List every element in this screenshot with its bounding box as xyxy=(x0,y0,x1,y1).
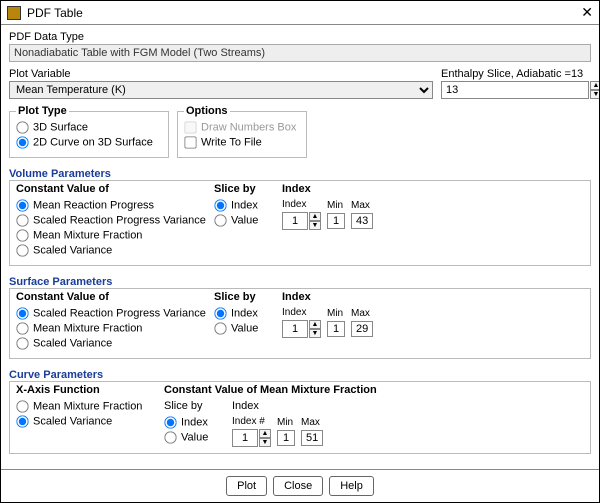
surface-idx-up-icon[interactable]: ▲ xyxy=(309,320,321,329)
surface-index-legend: Index xyxy=(282,291,373,303)
app-icon xyxy=(7,6,21,20)
plot-type-3d[interactable]: 3D Surface xyxy=(16,121,162,134)
surface-scaled-rpv[interactable]: Scaled Reaction Progress Variance xyxy=(16,307,206,320)
help-button[interactable]: Help xyxy=(329,476,374,496)
volume-max-value: 43 xyxy=(351,213,373,229)
volume-idx-input[interactable] xyxy=(282,212,308,230)
pdf-table-window: PDF Table ✕ PDF Data Type Nonadiabatic T… xyxy=(0,0,600,503)
enthalpy-down-icon[interactable]: ▼ xyxy=(590,90,599,99)
surface-constant-legend: Constant Value of xyxy=(16,291,206,303)
volume-mean-reaction-progress[interactable]: Mean Reaction Progress xyxy=(16,199,206,212)
curve-min-value: 1 xyxy=(277,430,295,446)
window-title: PDF Table xyxy=(27,6,581,20)
enthalpy-up-icon[interactable]: ▲ xyxy=(590,81,599,90)
curve-max-label: Max xyxy=(301,417,320,428)
enthalpy-slice-input[interactable] xyxy=(441,81,589,99)
surface-min-label: Min xyxy=(327,308,343,319)
volume-slice-index[interactable]: Index xyxy=(214,199,274,212)
volume-mean-mixture-fraction[interactable]: Mean Mixture Fraction xyxy=(16,229,206,242)
surface-slice-legend: Slice by xyxy=(214,291,274,303)
plot-type-2d[interactable]: 2D Curve on 3D Surface xyxy=(16,136,162,149)
volume-constant-legend: Constant Value of xyxy=(16,183,206,195)
close-button[interactable]: Close xyxy=(273,476,323,496)
volume-idx-up-icon[interactable]: ▲ xyxy=(309,212,321,221)
surface-mean-mixture-fraction[interactable]: Mean Mixture Fraction xyxy=(16,322,206,335)
volume-min-value: 1 xyxy=(327,213,345,229)
surface-idx-label: Index xyxy=(282,307,306,318)
plot-variable-label: Plot Variable xyxy=(9,68,433,80)
volume-min-label: Min xyxy=(327,200,343,211)
volume-idx-label: Index xyxy=(282,199,306,210)
curve-max-value: 51 xyxy=(301,430,323,446)
surface-min-value: 1 xyxy=(327,321,345,337)
volume-scaled-variance[interactable]: Scaled Variance xyxy=(16,244,206,257)
volume-legend: Volume Parameters xyxy=(9,168,111,180)
volume-scaled-rpv[interactable]: Scaled Reaction Progress Variance xyxy=(16,214,206,227)
curve-legend: Curve Parameters xyxy=(9,369,103,381)
surface-slice-index[interactable]: Index xyxy=(214,307,274,320)
curve-index-legend: Index xyxy=(232,400,323,412)
enthalpy-slice-label: Enthalpy Slice, Adiabatic =13 xyxy=(441,68,591,80)
titlebar: PDF Table ✕ xyxy=(1,1,599,25)
close-icon[interactable]: ✕ xyxy=(581,4,593,21)
curve-xaxis-legend: X-Axis Function xyxy=(16,384,156,396)
curve-min-label: Min xyxy=(277,417,293,428)
pdf-data-type-field: Nonadiabatic Table with FGM Model (Two S… xyxy=(9,44,591,62)
curve-idx-up-icon[interactable]: ▲ xyxy=(259,429,271,438)
surface-max-label: Max xyxy=(351,308,370,319)
footer: Plot Close Help xyxy=(1,469,599,502)
curve-slice-legend: Slice by xyxy=(164,400,224,412)
surface-slice-value[interactable]: Value xyxy=(214,322,274,335)
draw-numbers-checkbox: Draw Numbers Box xyxy=(184,121,300,134)
plot-button[interactable]: Plot xyxy=(226,476,267,496)
surface-idx-down-icon[interactable]: ▼ xyxy=(309,329,321,338)
curve-idx-down-icon[interactable]: ▼ xyxy=(259,438,271,447)
curve-idx-label: Index # xyxy=(232,416,265,427)
plot-variable-select[interactable]: Mean Temperature (K) xyxy=(9,81,433,99)
curve-const-legend: Constant Value of Mean Mixture Fraction xyxy=(164,384,584,396)
content-area: PDF Data Type Nonadiabatic Table with FG… xyxy=(1,25,599,469)
volume-index-legend: Index xyxy=(282,183,373,195)
plot-type-legend: Plot Type xyxy=(16,105,69,117)
curve-mean-mixture-fraction[interactable]: Mean Mixture Fraction xyxy=(16,400,156,413)
surface-legend: Surface Parameters xyxy=(9,276,112,288)
write-file-checkbox[interactable]: Write To File xyxy=(184,136,300,149)
curve-idx-input[interactable] xyxy=(232,429,258,447)
options-legend: Options xyxy=(184,105,230,117)
curve-scaled-variance[interactable]: Scaled Variance xyxy=(16,415,156,428)
pdf-data-type-label: PDF Data Type xyxy=(9,31,591,43)
surface-idx-input[interactable] xyxy=(282,320,308,338)
volume-slice-legend: Slice by xyxy=(214,183,274,195)
surface-scaled-variance[interactable]: Scaled Variance xyxy=(16,337,206,350)
curve-slice-index[interactable]: Index xyxy=(164,416,224,429)
surface-max-value: 29 xyxy=(351,321,373,337)
volume-slice-value[interactable]: Value xyxy=(214,214,274,227)
curve-slice-value[interactable]: Value xyxy=(164,431,224,444)
volume-max-label: Max xyxy=(351,200,370,211)
volume-idx-down-icon[interactable]: ▼ xyxy=(309,221,321,230)
